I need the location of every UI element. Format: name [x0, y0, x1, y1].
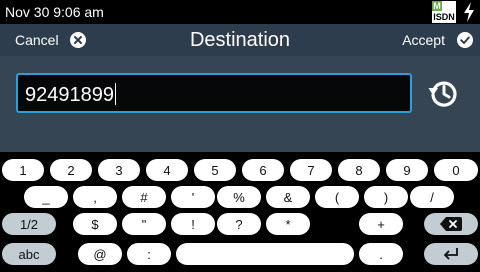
isdn-badge-letter: M — [432, 1, 442, 11]
key-dollar[interactable]: $ — [73, 213, 117, 235]
accept-label: Accept — [402, 32, 445, 48]
key-symbols-page[interactable]: 1/2 — [2, 213, 56, 235]
key-underscore[interactable]: _ — [24, 186, 68, 208]
key-6[interactable]: 6 — [242, 159, 284, 181]
key-7[interactable]: 7 — [290, 159, 332, 181]
text-caret — [114, 83, 116, 105]
accept-button[interactable]: Accept — [402, 24, 480, 56]
status-bar: Nov 30 9:06 am M ISDN — [0, 0, 480, 24]
key-apostrophe[interactable]: ' — [171, 186, 215, 208]
cancel-button[interactable]: Cancel — [0, 24, 86, 56]
key-0[interactable]: 0 — [434, 159, 478, 181]
key-open-paren[interactable]: ( — [315, 186, 359, 208]
enter-icon — [444, 248, 458, 260]
lightning-bolt-icon — [464, 2, 474, 22]
keyboard: 1 2 3 4 5 6 7 8 9 0 _ , # ' % & ( ) / 1/… — [0, 152, 480, 272]
history-icon[interactable] — [426, 76, 460, 110]
key-asterisk[interactable]: * — [266, 213, 310, 235]
cancel-label: Cancel — [15, 32, 59, 48]
key-3[interactable]: 3 — [98, 159, 140, 181]
key-at[interactable]: @ — [78, 243, 122, 265]
key-percent[interactable]: % — [217, 186, 261, 208]
key-question[interactable]: ? — [217, 213, 261, 235]
input-area: 92491899 — [0, 56, 480, 152]
backspace-key[interactable] — [424, 213, 478, 235]
backspace-icon — [440, 217, 462, 231]
key-hash[interactable]: # — [122, 186, 166, 208]
key-exclamation[interactable]: ! — [171, 213, 215, 235]
header-bar: Destination Cancel Accept — [0, 24, 480, 56]
key-1[interactable]: 1 — [2, 159, 44, 181]
key-2[interactable]: 2 — [50, 159, 92, 181]
key-close-paren[interactable]: ) — [364, 186, 408, 208]
isdn-badge-label: ISDN — [433, 12, 455, 22]
key-colon[interactable]: : — [127, 243, 171, 265]
destination-input[interactable]: 92491899 — [16, 73, 412, 113]
key-abc[interactable]: abc — [2, 243, 56, 265]
destination-input-value: 92491899 — [25, 84, 114, 106]
key-slash[interactable]: / — [410, 186, 454, 208]
key-quote[interactable]: " — [122, 213, 166, 235]
key-period[interactable]: . — [359, 243, 403, 265]
key-comma[interactable]: , — [73, 186, 117, 208]
check-circle-icon — [457, 32, 473, 48]
enter-key[interactable] — [424, 243, 478, 265]
key-5[interactable]: 5 — [194, 159, 236, 181]
space-key[interactable] — [176, 243, 354, 265]
key-plus[interactable]: + — [359, 213, 403, 235]
key-8[interactable]: 8 — [338, 159, 380, 181]
status-time: Nov 30 9:06 am — [5, 4, 104, 20]
key-ampersand[interactable]: & — [266, 186, 310, 208]
key-4[interactable]: 4 — [146, 159, 188, 181]
close-circle-icon — [69, 32, 86, 48]
isdn-status-icon: M ISDN — [432, 1, 456, 23]
key-9[interactable]: 9 — [386, 159, 428, 181]
